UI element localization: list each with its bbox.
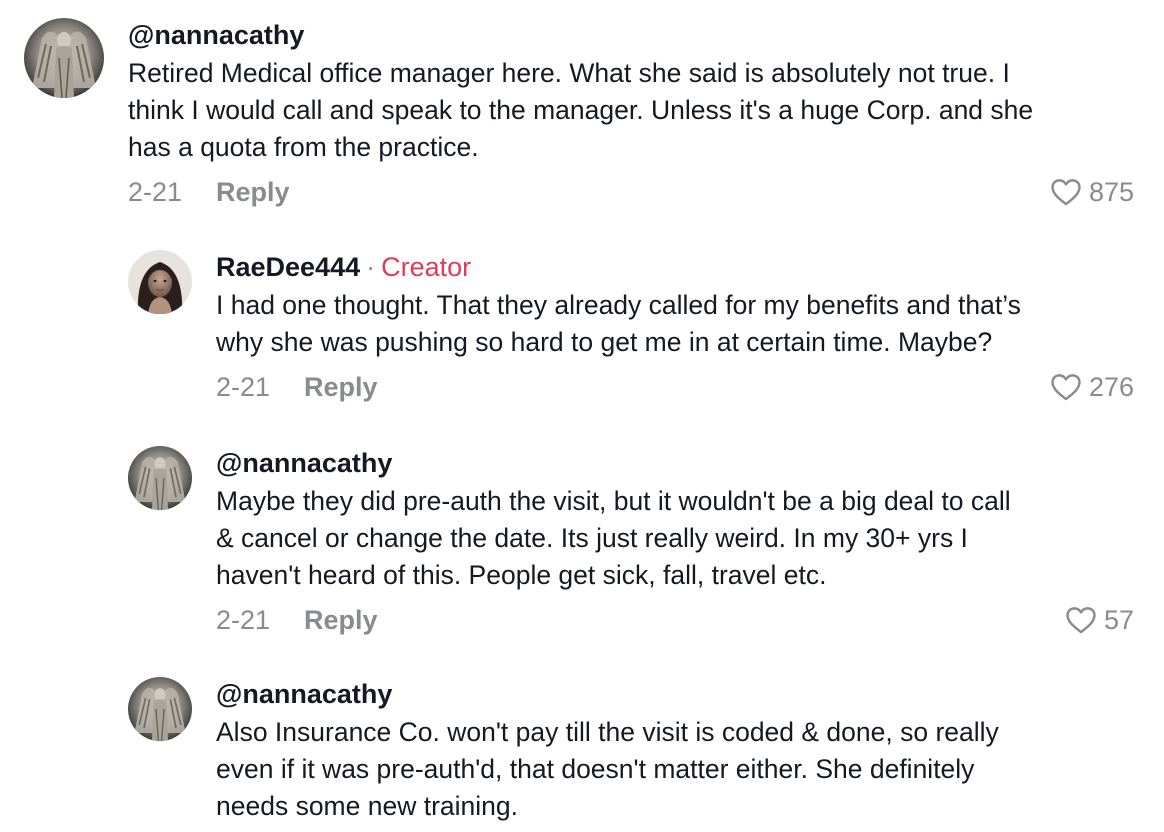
reply-button[interactable]: Reply (216, 172, 290, 212)
like-button[interactable]: 57 (1064, 600, 1134, 640)
comment-date: 2-21 (216, 372, 271, 402)
separator-dot: · (366, 252, 376, 282)
like-count: 875 (1088, 176, 1134, 207)
comment-date: 2-21 (128, 177, 183, 207)
angel-statue-avatar (128, 446, 192, 510)
avatar[interactable] (128, 446, 192, 510)
username-text[interactable]: @nannacathy (128, 20, 304, 50)
username-text[interactable]: RaeDee444 (216, 252, 360, 282)
angel-statue-avatar (24, 18, 104, 98)
reply-button[interactable]: Reply (304, 367, 378, 407)
woman-portrait-avatar (128, 250, 192, 314)
reply-button[interactable]: Reply (304, 600, 378, 640)
comment-username[interactable]: @nannacathy (216, 677, 1134, 711)
comment-meta: 2-21 Reply 276 (216, 367, 1134, 407)
comment-date: 2-21 (216, 605, 271, 635)
heart-outline-icon (1066, 607, 1096, 634)
comment-username[interactable]: @nannacathy (128, 18, 1134, 52)
like-count: 276 (1088, 371, 1134, 402)
comment-meta: 2-21 Reply 57 (216, 600, 1134, 640)
creator-badge: Creator (381, 252, 472, 282)
username-text[interactable]: @nannacathy (216, 448, 392, 478)
comment-text: Maybe they did pre-auth the visit, but i… (216, 486, 1011, 590)
angel-statue-avatar (128, 677, 192, 741)
comment-body: @nannacathy Also Insurance Co. won't pay… (216, 677, 1134, 825)
avatar[interactable] (128, 250, 192, 314)
comment-meta: 2-21 Reply 875 (128, 172, 1134, 212)
comment-username[interactable]: @nannacathy (216, 446, 1134, 480)
comment-body: @nannacathy Retired Medical office manag… (128, 18, 1134, 212)
comment-text: Also Insurance Co. won't pay till the vi… (216, 717, 999, 821)
comment-body: RaeDee444 · Creator I had one thought. Tha… (216, 250, 1134, 407)
heart-outline-icon (1051, 374, 1081, 401)
heart-outline-icon (1051, 179, 1081, 206)
comment-text: I had one thought. That they already cal… (216, 290, 1021, 357)
avatar[interactable] (24, 18, 104, 98)
avatar[interactable] (128, 677, 192, 741)
comment-username-row: RaeDee444 · Creator (216, 250, 1134, 284)
like-button[interactable]: 875 (1049, 172, 1134, 212)
username-text[interactable]: @nannacathy (216, 679, 392, 709)
like-button[interactable]: 276 (1049, 367, 1134, 407)
like-count: 57 (1103, 604, 1134, 635)
comment-body: @nannacathy Maybe they did pre-auth the … (216, 446, 1134, 640)
comment-text: Retired Medical office manager here. Wha… (128, 58, 1034, 162)
